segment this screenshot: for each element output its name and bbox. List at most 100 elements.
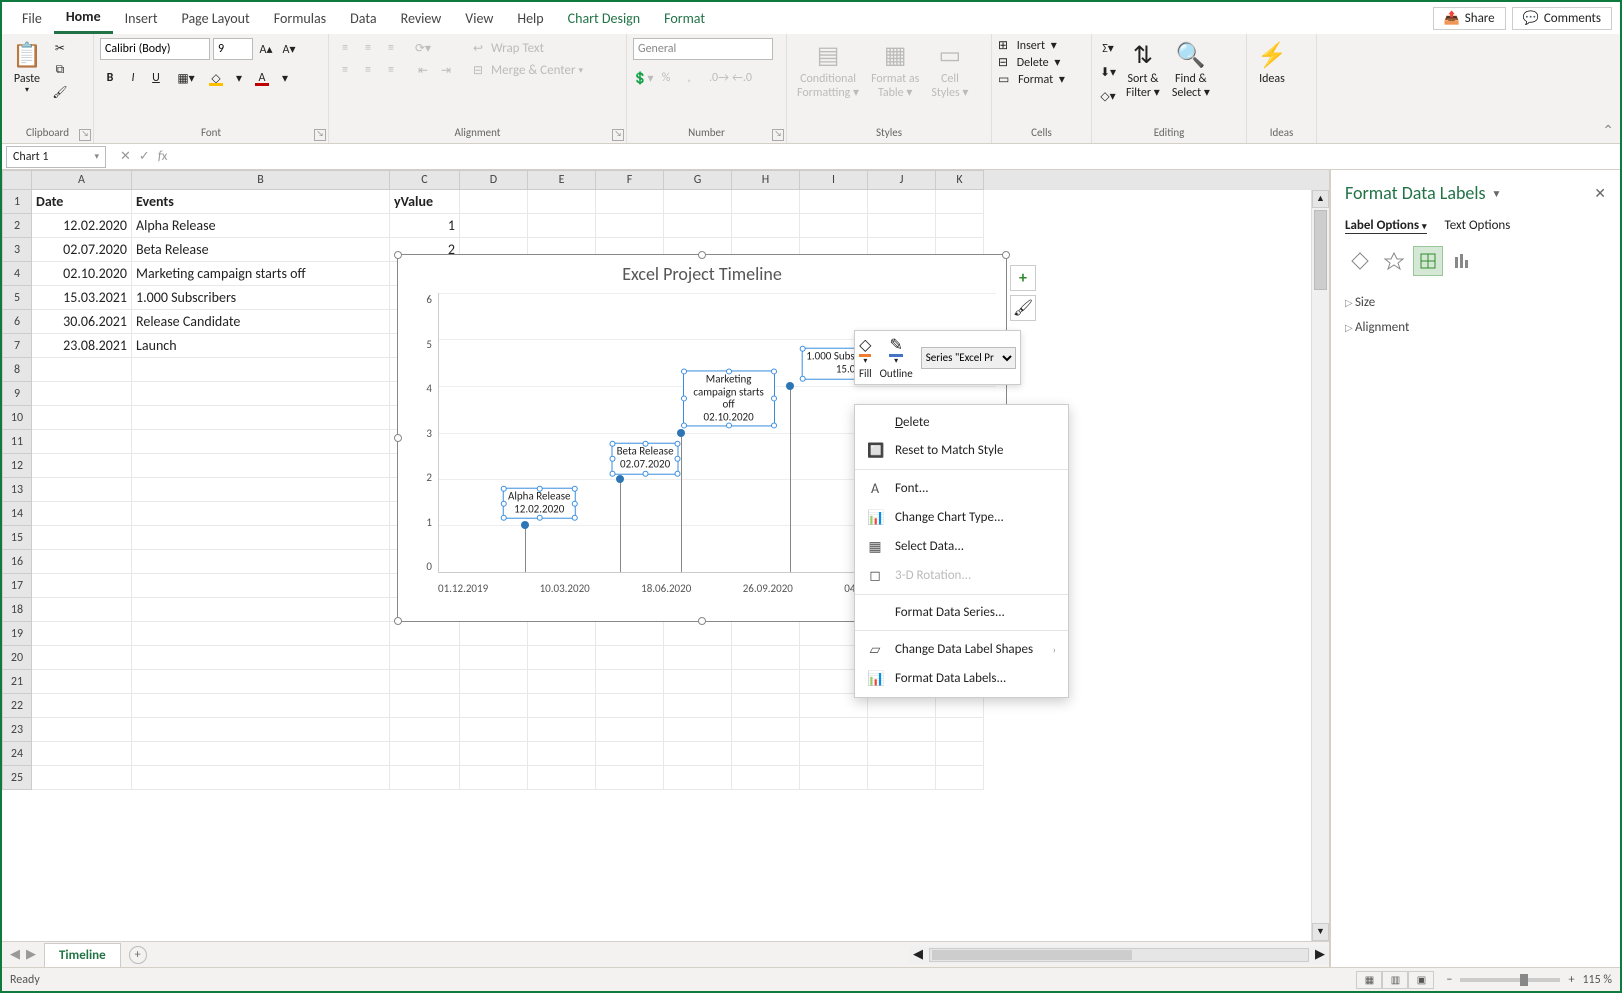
row-header[interactable]: 8 <box>2 358 32 382</box>
cell[interactable] <box>132 406 390 430</box>
cell[interactable] <box>32 670 132 694</box>
cell[interactable] <box>32 622 132 646</box>
scroll-right-button[interactable]: ▶ <box>1311 947 1329 962</box>
format-painter-button[interactable]: 🖌 <box>50 82 70 102</box>
tab-review[interactable]: Review <box>389 4 454 33</box>
font-color-button[interactable]: A <box>252 68 272 88</box>
cell[interactable] <box>936 766 984 790</box>
cell[interactable] <box>460 646 528 670</box>
cell[interactable] <box>528 646 596 670</box>
ctx-format-series[interactable]: Format Data Series... <box>855 599 1068 626</box>
cell[interactable] <box>132 646 390 670</box>
cell[interactable] <box>390 646 460 670</box>
ctx-font[interactable]: AFont... <box>855 474 1068 503</box>
pane-icon-size-properties[interactable] <box>1413 246 1443 276</box>
cell[interactable] <box>32 406 132 430</box>
cell[interactable] <box>460 766 528 790</box>
select-all-corner[interactable] <box>2 170 32 190</box>
cell[interactable] <box>528 742 596 766</box>
row-header[interactable]: 6 <box>2 310 32 334</box>
ctx-select-data[interactable]: ▦Select Data... <box>855 532 1068 561</box>
cell[interactable] <box>132 478 390 502</box>
row-header[interactable]: 23 <box>2 718 32 742</box>
copy-button[interactable]: ⧉ <box>50 60 70 80</box>
cell[interactable] <box>460 718 528 742</box>
column-header[interactable]: I <box>800 170 868 190</box>
chart-data-point[interactable] <box>521 521 529 529</box>
cell[interactable] <box>132 718 390 742</box>
tab-insert[interactable]: Insert <box>113 4 170 33</box>
sheet-nav-next[interactable]: ▶ <box>26 947 36 962</box>
name-box[interactable]: Chart 1▾ <box>6 146 106 168</box>
cell[interactable] <box>132 694 390 718</box>
column-header[interactable]: C <box>390 170 460 190</box>
ctx-label-shapes[interactable]: ▱Change Data Label Shapes› <box>855 635 1068 664</box>
cells-delete-button[interactable]: ⊟ Delete ▾ <box>998 55 1060 70</box>
decrease-font-button[interactable]: A▾ <box>279 39 299 59</box>
fill-color-button[interactable]: ◇ <box>206 68 226 88</box>
column-header[interactable]: J <box>868 170 936 190</box>
row-header[interactable]: 24 <box>2 742 32 766</box>
cell[interactable] <box>732 742 800 766</box>
cell[interactable] <box>528 190 596 214</box>
zoom-level-label[interactable]: 115 % <box>1582 973 1612 987</box>
cell[interactable] <box>132 742 390 766</box>
cell[interactable] <box>800 766 868 790</box>
pane-section-size[interactable]: Size <box>1345 290 1606 315</box>
clear-button[interactable]: ◇▾ <box>1098 86 1118 106</box>
view-page-layout-button[interactable]: ▥ <box>1382 971 1408 989</box>
cell[interactable] <box>32 526 132 550</box>
column-header[interactable]: B <box>132 170 390 190</box>
italic-button[interactable]: I <box>123 68 143 88</box>
increase-font-button[interactable]: A▴ <box>256 39 276 59</box>
column-header[interactable]: K <box>936 170 984 190</box>
cell[interactable]: Release Candidate <box>132 310 390 334</box>
row-header[interactable]: 11 <box>2 430 32 454</box>
cell[interactable] <box>800 742 868 766</box>
pane-icon-effects[interactable] <box>1379 246 1409 276</box>
cell[interactable] <box>460 694 528 718</box>
row-header[interactable]: 2 <box>2 214 32 238</box>
cell[interactable] <box>528 622 596 646</box>
cell[interactable] <box>936 190 984 214</box>
cell[interactable] <box>732 694 800 718</box>
cell[interactable] <box>664 718 732 742</box>
column-header[interactable]: A <box>32 170 132 190</box>
cell[interactable] <box>132 502 390 526</box>
tab-home[interactable]: Home <box>54 2 113 34</box>
cell[interactable] <box>390 718 460 742</box>
chart-y-axis[interactable]: 6543210 <box>412 293 432 573</box>
row-header[interactable]: 10 <box>2 406 32 430</box>
cell[interactable] <box>868 190 936 214</box>
pane-close-button[interactable]: ✕ <box>1594 185 1606 202</box>
chart-title[interactable]: Excel Project Timeline <box>398 255 1006 293</box>
collapse-ribbon-button[interactable]: ⌃ <box>1602 122 1614 139</box>
cell[interactable] <box>800 190 868 214</box>
cell[interactable] <box>732 766 800 790</box>
tab-formulas[interactable]: Formulas <box>262 4 338 33</box>
cell[interactable] <box>528 694 596 718</box>
comments-button[interactable]: 💬Comments <box>1512 7 1612 30</box>
cell[interactable]: 02.10.2020 <box>32 262 132 286</box>
cell[interactable] <box>596 694 664 718</box>
tab-format[interactable]: Format <box>652 4 717 33</box>
number-launcher[interactable]: ↘ <box>772 129 784 141</box>
column-header[interactable]: F <box>596 170 664 190</box>
enter-formula-icon[interactable]: ✓ <box>139 149 150 164</box>
borders-button[interactable]: ▦▾ <box>176 68 196 88</box>
cell[interactable] <box>664 766 732 790</box>
zoom-out-button[interactable]: − <box>1446 973 1452 987</box>
cell[interactable] <box>460 622 528 646</box>
cut-button[interactable]: ✂ <box>50 38 70 58</box>
row-header[interactable]: 15 <box>2 526 32 550</box>
cell[interactable]: Events <box>132 190 390 214</box>
chart-data-label[interactable]: Beta Release02.07.2020 <box>612 443 679 474</box>
view-normal-button[interactable]: ▦ <box>1356 971 1382 989</box>
sort-filter-button[interactable]: ⇅Sort &Filter ▾ <box>1122 38 1164 103</box>
chart-elements-button[interactable]: + <box>1010 265 1036 291</box>
cell[interactable] <box>32 766 132 790</box>
cell[interactable] <box>132 574 390 598</box>
tab-data[interactable]: Data <box>338 4 388 33</box>
cell[interactable] <box>596 742 664 766</box>
chart-data-point[interactable] <box>677 429 685 437</box>
